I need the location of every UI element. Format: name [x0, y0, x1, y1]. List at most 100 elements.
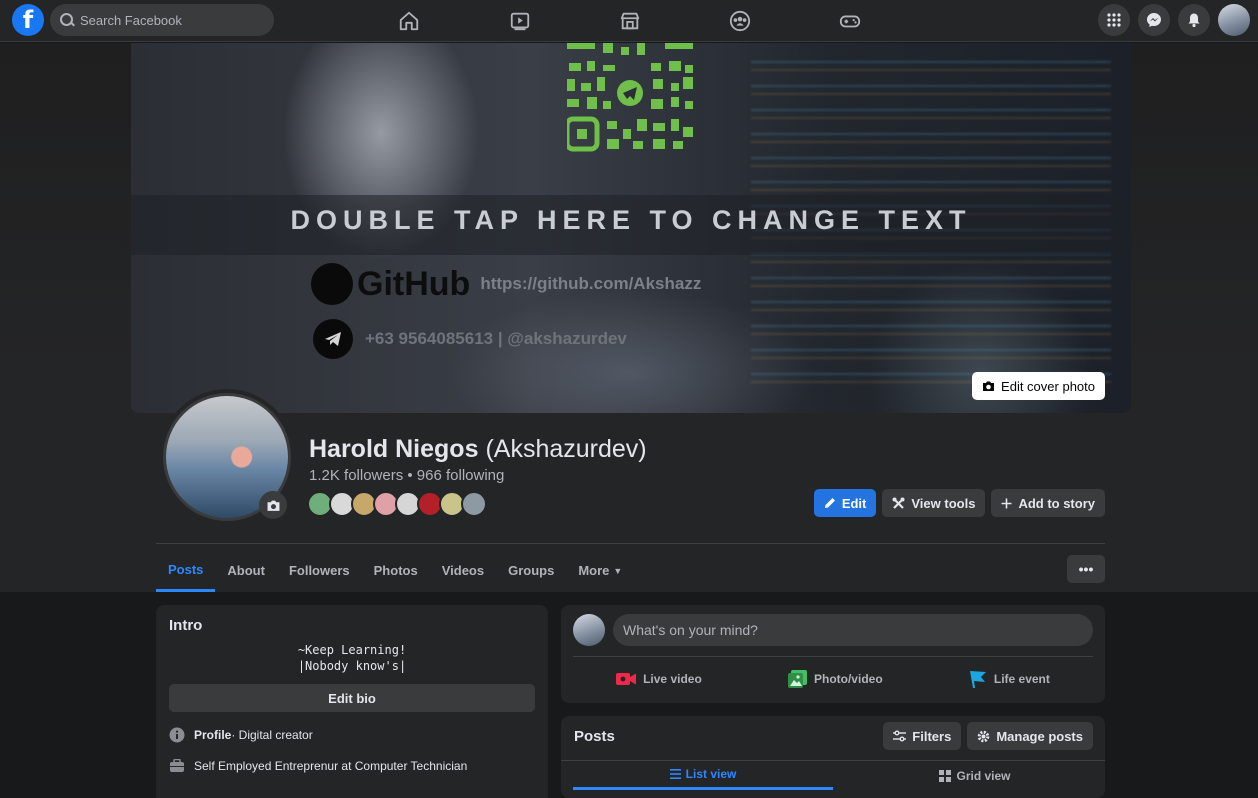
profile-category: · Digital creator [231, 728, 313, 742]
follower-avatars [307, 491, 487, 517]
profile-picture[interactable] [159, 389, 295, 525]
photo-video-button[interactable]: Photo/video [787, 665, 883, 693]
caret-down-icon: ▼ [613, 565, 623, 576]
search-icon [60, 13, 74, 27]
bio-line: ~Keep Learning! [297, 643, 407, 657]
home-nav-button[interactable] [380, 6, 438, 36]
view-tools-button[interactable]: View tools [882, 489, 986, 517]
grid-view-label: Grid view [956, 768, 1011, 783]
camera-icon [983, 381, 995, 391]
follower-avatar[interactable] [461, 491, 487, 517]
manage-posts-label: Manage posts [996, 728, 1083, 744]
filters-label: Filters [912, 728, 952, 744]
composer-divider [573, 656, 1093, 657]
header-divider [156, 543, 1105, 544]
bio-text: ~Keep Learning! |Nobody know's| [169, 642, 535, 674]
profile-tabs: Posts About Followers Photos Videos Grou… [156, 549, 634, 592]
edit-profile-button[interactable]: Edit [813, 489, 877, 517]
tab-label: Posts [168, 561, 204, 577]
work-row: Self Employed Entreprenur at Computer Te… [169, 758, 535, 774]
tab-label: Groups [508, 563, 555, 578]
pencil-icon [824, 498, 835, 508]
main-nav-icons [380, 0, 880, 42]
list-view-label: List view [685, 767, 737, 781]
groups-icon [729, 10, 751, 32]
plus-icon [1001, 498, 1012, 508]
intro-title: Intro [169, 617, 203, 634]
life-event-button[interactable]: Life event [969, 665, 1050, 693]
camera-icon [267, 500, 279, 511]
photo-video-icon [787, 670, 807, 688]
live-video-icon [616, 673, 637, 685]
watch-icon [510, 12, 530, 31]
profile-more-options-button[interactable]: ••• [1067, 555, 1105, 583]
profile-label: Profile [194, 728, 232, 742]
account-avatar[interactable] [1218, 4, 1250, 36]
tab-followers[interactable]: Followers [277, 549, 362, 592]
tab-photos[interactable]: Photos [362, 549, 430, 592]
account-controls [1098, 4, 1250, 36]
telegram-icon [313, 319, 353, 359]
github-url: https://github.com/Akshazz [480, 274, 702, 293]
cover-github-row: GitHub https://github.com/Akshazz [311, 263, 701, 305]
profile-display-name: Harold Niegos [309, 435, 479, 463]
notifications-icon [1188, 13, 1200, 28]
posts-title: Posts [574, 728, 615, 745]
marketplace-icon [620, 12, 640, 30]
update-profile-picture-button[interactable] [259, 491, 287, 519]
tab-videos[interactable]: Videos [430, 549, 496, 592]
notifications-button[interactable] [1178, 4, 1210, 36]
tab-more[interactable]: More ▼ [566, 549, 634, 592]
posts-view-switcher: List view Grid view [561, 760, 1105, 790]
home-icon [399, 11, 419, 31]
add-to-story-button[interactable]: Add to story [991, 489, 1105, 517]
gaming-icon [839, 15, 861, 28]
edit-profile-label: Edit [841, 495, 867, 511]
marketplace-nav-button[interactable] [601, 6, 659, 36]
groups-nav-button[interactable] [711, 6, 769, 36]
watch-nav-button[interactable] [491, 6, 549, 36]
github-wordmark: GitHub [357, 264, 471, 303]
telegram-contact: +63 9564085613 | @akshazurdev [365, 329, 627, 348]
search-box[interactable] [50, 4, 274, 36]
work-text: Self Employed Entreprenur at Computer Te… [194, 759, 468, 773]
live-video-label: Live video [643, 672, 702, 686]
follow-stats[interactable]: 1.2K followers • 966 following [309, 467, 504, 484]
cover-photo[interactable]: DOUBLE TAP HERE TO CHANGE TEXT GitHub ht… [131, 43, 1131, 413]
composer-avatar[interactable] [573, 614, 605, 646]
whats-on-your-mind-input[interactable]: What's on your mind? [613, 614, 1093, 646]
search-input[interactable] [80, 12, 260, 28]
tab-label: About [227, 563, 265, 578]
info-icon [169, 727, 185, 743]
edit-bio-button[interactable]: Edit bio [169, 684, 535, 712]
messenger-icon [1147, 13, 1161, 27]
tab-label: More [578, 563, 610, 578]
tab-posts[interactable]: Posts [156, 549, 216, 592]
manage-posts-button[interactable]: Manage posts [967, 722, 1093, 750]
tab-label: Photos [373, 563, 418, 578]
edit-cover-photo-button[interactable]: Edit cover photo [972, 372, 1105, 400]
tab-label: Videos [441, 563, 485, 578]
composer-actions: Live video Photo/video Life event [573, 665, 1093, 693]
list-icon [669, 769, 681, 779]
tab-groups[interactable]: Groups [496, 549, 566, 592]
grid-view-tab[interactable]: Grid view [845, 761, 1105, 790]
composer-top: What's on your mind? [573, 614, 1093, 646]
live-video-button[interactable]: Live video [616, 665, 702, 693]
messenger-button[interactable] [1138, 4, 1170, 36]
facebook-logo[interactable]: f [12, 4, 44, 36]
gaming-nav-button[interactable] [821, 6, 879, 36]
bio-line: |Nobody know's| [297, 659, 407, 673]
cover-telegram-row: +63 9564085613 | @akshazurdev [313, 319, 627, 359]
posts-controls: Filters Manage posts [883, 722, 1093, 750]
posts-card: Posts Filters Manage posts List view Gri… [561, 716, 1105, 798]
menu-button[interactable] [1098, 4, 1130, 36]
top-navigation-bar: f [0, 0, 1258, 42]
list-view-tab[interactable]: List view [573, 761, 833, 790]
filters-button[interactable]: Filters [883, 722, 962, 750]
tab-about[interactable]: About [215, 549, 277, 592]
briefcase-icon [169, 758, 185, 774]
post-composer: What's on your mind? Live video Photo/vi… [561, 605, 1105, 703]
profile-category-row: Profile · Digital creator [169, 727, 535, 743]
life-event-label: Life event [993, 672, 1050, 686]
